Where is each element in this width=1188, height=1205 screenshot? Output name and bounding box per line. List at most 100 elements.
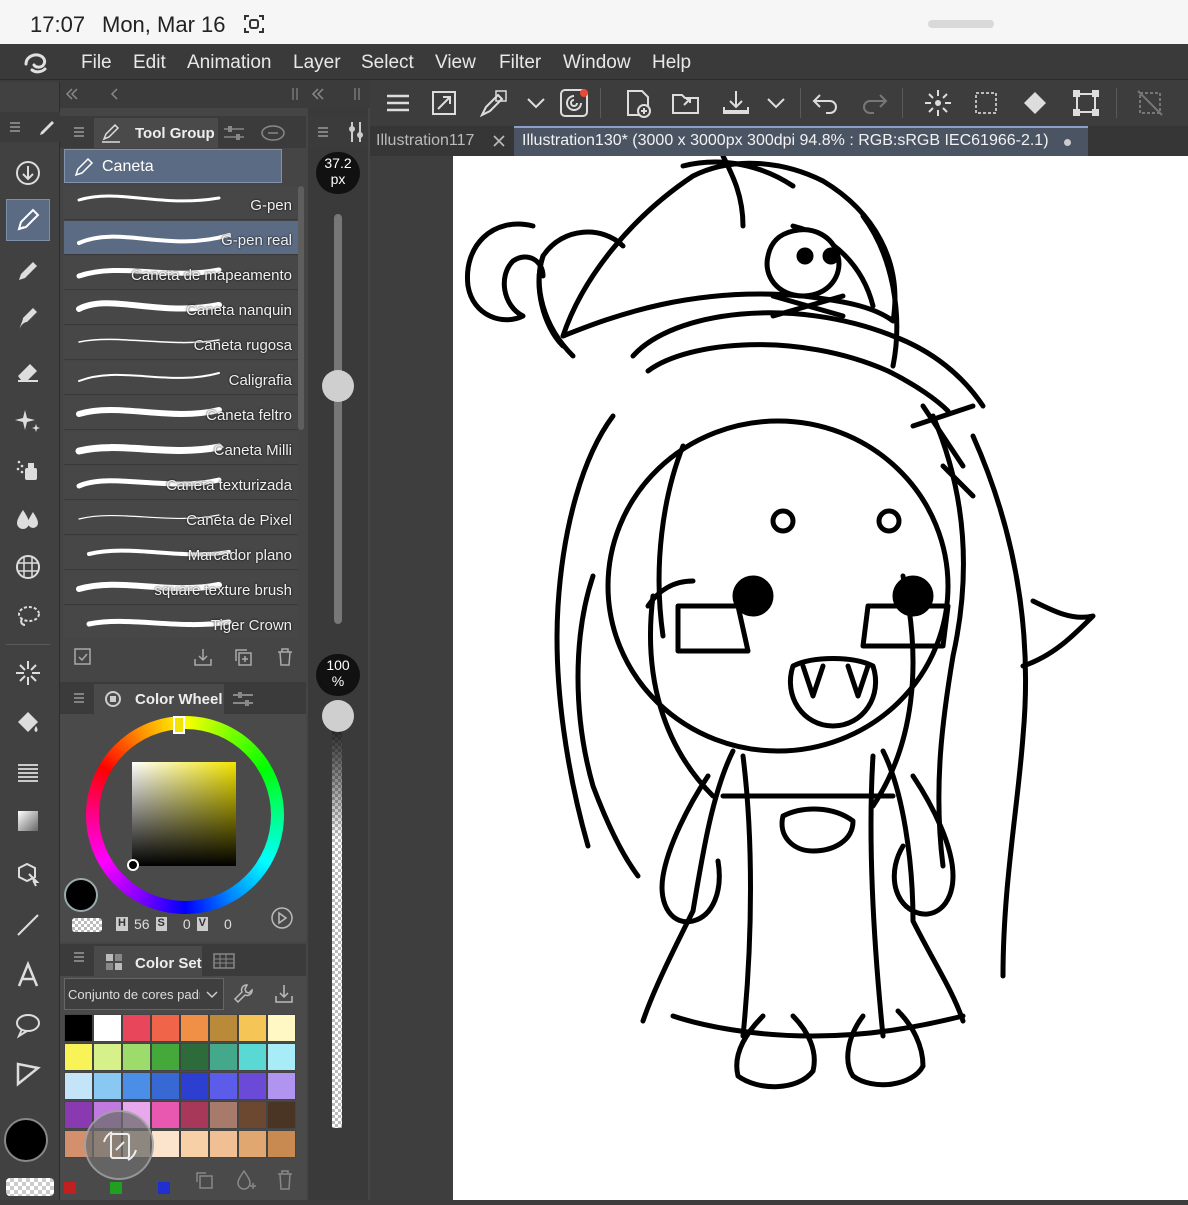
drag-handle[interactable] xyxy=(928,20,994,28)
color-swatch[interactable] xyxy=(122,1072,151,1100)
main-color-chip[interactable] xyxy=(64,878,98,912)
panel-menu-icon-4[interactable] xyxy=(72,950,86,964)
auto-select-tool-icon[interactable] xyxy=(6,652,50,694)
color-swatch[interactable] xyxy=(209,1130,238,1158)
ruler-grid-tool-icon[interactable] xyxy=(6,546,50,588)
color-swatch[interactable] xyxy=(209,1014,238,1042)
chevron-left-icon[interactable] xyxy=(108,86,120,102)
close-tab-icon[interactable] xyxy=(492,134,506,148)
intermediate-color-tab-icon[interactable] xyxy=(212,952,236,970)
panel-menu-icon-2[interactable] xyxy=(316,125,330,139)
replace-color-icon[interactable] xyxy=(194,1170,216,1192)
brush-item[interactable]: Caneta feltro xyxy=(64,396,298,430)
brush-item[interactable]: G-pen xyxy=(64,186,298,220)
menu-icon[interactable] xyxy=(8,120,22,134)
sv-marker[interactable] xyxy=(127,859,139,871)
save-icon[interactable] xyxy=(720,87,752,119)
menu-select[interactable]: Select xyxy=(361,52,414,74)
brush-item[interactable]: Marcador plano xyxy=(64,536,298,570)
color-swatch[interactable] xyxy=(209,1043,238,1071)
saturation-value-square[interactable] xyxy=(132,762,236,866)
pen-tool-icon[interactable] xyxy=(6,199,50,241)
text-tool-icon[interactable] xyxy=(6,954,50,996)
fill-icon[interactable] xyxy=(1020,87,1052,119)
decoration-tool-icon[interactable] xyxy=(6,400,50,442)
import-brush-icon[interactable] xyxy=(192,646,214,668)
panel-menu-icon-3[interactable] xyxy=(72,691,86,705)
color-swatch[interactable] xyxy=(267,1014,296,1042)
quick-access-floating-button[interactable] xyxy=(84,1110,154,1180)
color-swatch[interactable] xyxy=(267,1072,296,1100)
blend-tool-icon[interactable] xyxy=(6,498,50,540)
brush-item[interactable]: Caneta Milli xyxy=(64,431,298,465)
menu-animation[interactable]: Animation xyxy=(187,52,272,74)
color-swatch[interactable] xyxy=(180,1130,209,1158)
app-logo-icon[interactable] xyxy=(22,50,50,76)
brush-list-scrollbar[interactable] xyxy=(298,186,304,430)
wrench-icon[interactable] xyxy=(232,982,256,1006)
color-swatch[interactable] xyxy=(238,1014,267,1042)
clear-icon[interactable] xyxy=(922,87,954,119)
menu-edit[interactable]: Edit xyxy=(133,52,166,74)
grip-icon-2[interactable] xyxy=(290,86,300,102)
open-file-icon[interactable] xyxy=(670,87,702,119)
undo-icon[interactable] xyxy=(810,87,842,119)
tab-color-set[interactable]: Color Set xyxy=(94,946,202,976)
hue-marker[interactable] xyxy=(173,716,185,734)
eraser-tool-icon[interactable] xyxy=(6,350,50,392)
brush-item[interactable]: square texture brush xyxy=(64,571,298,605)
color-swatch[interactable] xyxy=(180,1072,209,1100)
color-slider-tab-icon[interactable] xyxy=(230,690,256,708)
delete-brush-icon[interactable] xyxy=(274,646,296,668)
color-swatch[interactable] xyxy=(151,1014,180,1042)
color-swatch[interactable] xyxy=(180,1014,209,1042)
correct-line-tool-icon[interactable] xyxy=(6,1052,50,1094)
new-canvas-icon[interactable] xyxy=(622,87,654,119)
menu-layer[interactable]: Layer xyxy=(293,52,341,74)
color-swatch[interactable] xyxy=(151,1101,180,1129)
color-swatch[interactable] xyxy=(93,1014,122,1042)
select-all-icon[interactable] xyxy=(970,87,1002,119)
tool-property-tab-icon[interactable] xyxy=(222,124,246,142)
pencil-tool-icon[interactable] xyxy=(6,250,50,292)
brush-tool-icon[interactable] xyxy=(6,300,50,342)
color-swatch[interactable] xyxy=(93,1072,122,1100)
color-swatch[interactable] xyxy=(209,1101,238,1129)
frame-tool-icon[interactable] xyxy=(6,800,50,842)
brush-item[interactable]: Caligrafia xyxy=(64,361,298,395)
color-swatch[interactable] xyxy=(64,1043,93,1071)
collapse-left-icon-3[interactable] xyxy=(310,86,326,102)
brush-settings-icon[interactable] xyxy=(72,646,94,668)
deselect-icon[interactable] xyxy=(1134,87,1166,119)
brush-item[interactable]: Caneta de mapeamento xyxy=(64,256,298,290)
main-color-swatch[interactable] xyxy=(4,1118,48,1162)
slider-tab-icon[interactable] xyxy=(346,120,366,144)
hamburger-menu-icon[interactable] xyxy=(382,87,414,119)
brush-size-thumb[interactable] xyxy=(322,370,354,403)
color-swatch[interactable] xyxy=(180,1101,209,1129)
color-mode-icon[interactable] xyxy=(270,906,294,930)
color-swatch[interactable] xyxy=(64,1101,93,1129)
color-swatch[interactable] xyxy=(151,1130,180,1158)
tab-illustration130[interactable]: Illustration130* (3000 x 3000px 300dpi 9… xyxy=(514,126,1088,156)
color-swatch[interactable] xyxy=(93,1043,122,1071)
fill-tool-icon[interactable] xyxy=(6,702,50,744)
color-swatch[interactable] xyxy=(122,1014,151,1042)
airbrush-tool-icon[interactable] xyxy=(6,448,50,490)
menu-window[interactable]: Window xyxy=(563,52,631,74)
pen-tab-icon[interactable] xyxy=(36,117,58,139)
3d-operation-tool-icon[interactable] xyxy=(6,852,50,894)
chevron-down-icon-3[interactable] xyxy=(760,87,792,119)
redo-icon[interactable] xyxy=(858,87,890,119)
transform-icon[interactable] xyxy=(1070,87,1102,119)
chevron-down-icon-2[interactable] xyxy=(520,87,552,119)
add-color-icon[interactable] xyxy=(234,1168,258,1192)
grip-icon-3[interactable] xyxy=(352,86,362,102)
transparent-color-swatch[interactable] xyxy=(6,1178,54,1196)
menu-file[interactable]: File xyxy=(81,52,112,74)
import-color-set-icon[interactable] xyxy=(272,982,296,1006)
color-swatch[interactable] xyxy=(209,1072,238,1100)
duplicate-brush-icon[interactable] xyxy=(232,646,254,668)
brush-item[interactable]: Tiger Crown xyxy=(64,606,298,640)
menu-view[interactable]: View xyxy=(435,52,476,74)
